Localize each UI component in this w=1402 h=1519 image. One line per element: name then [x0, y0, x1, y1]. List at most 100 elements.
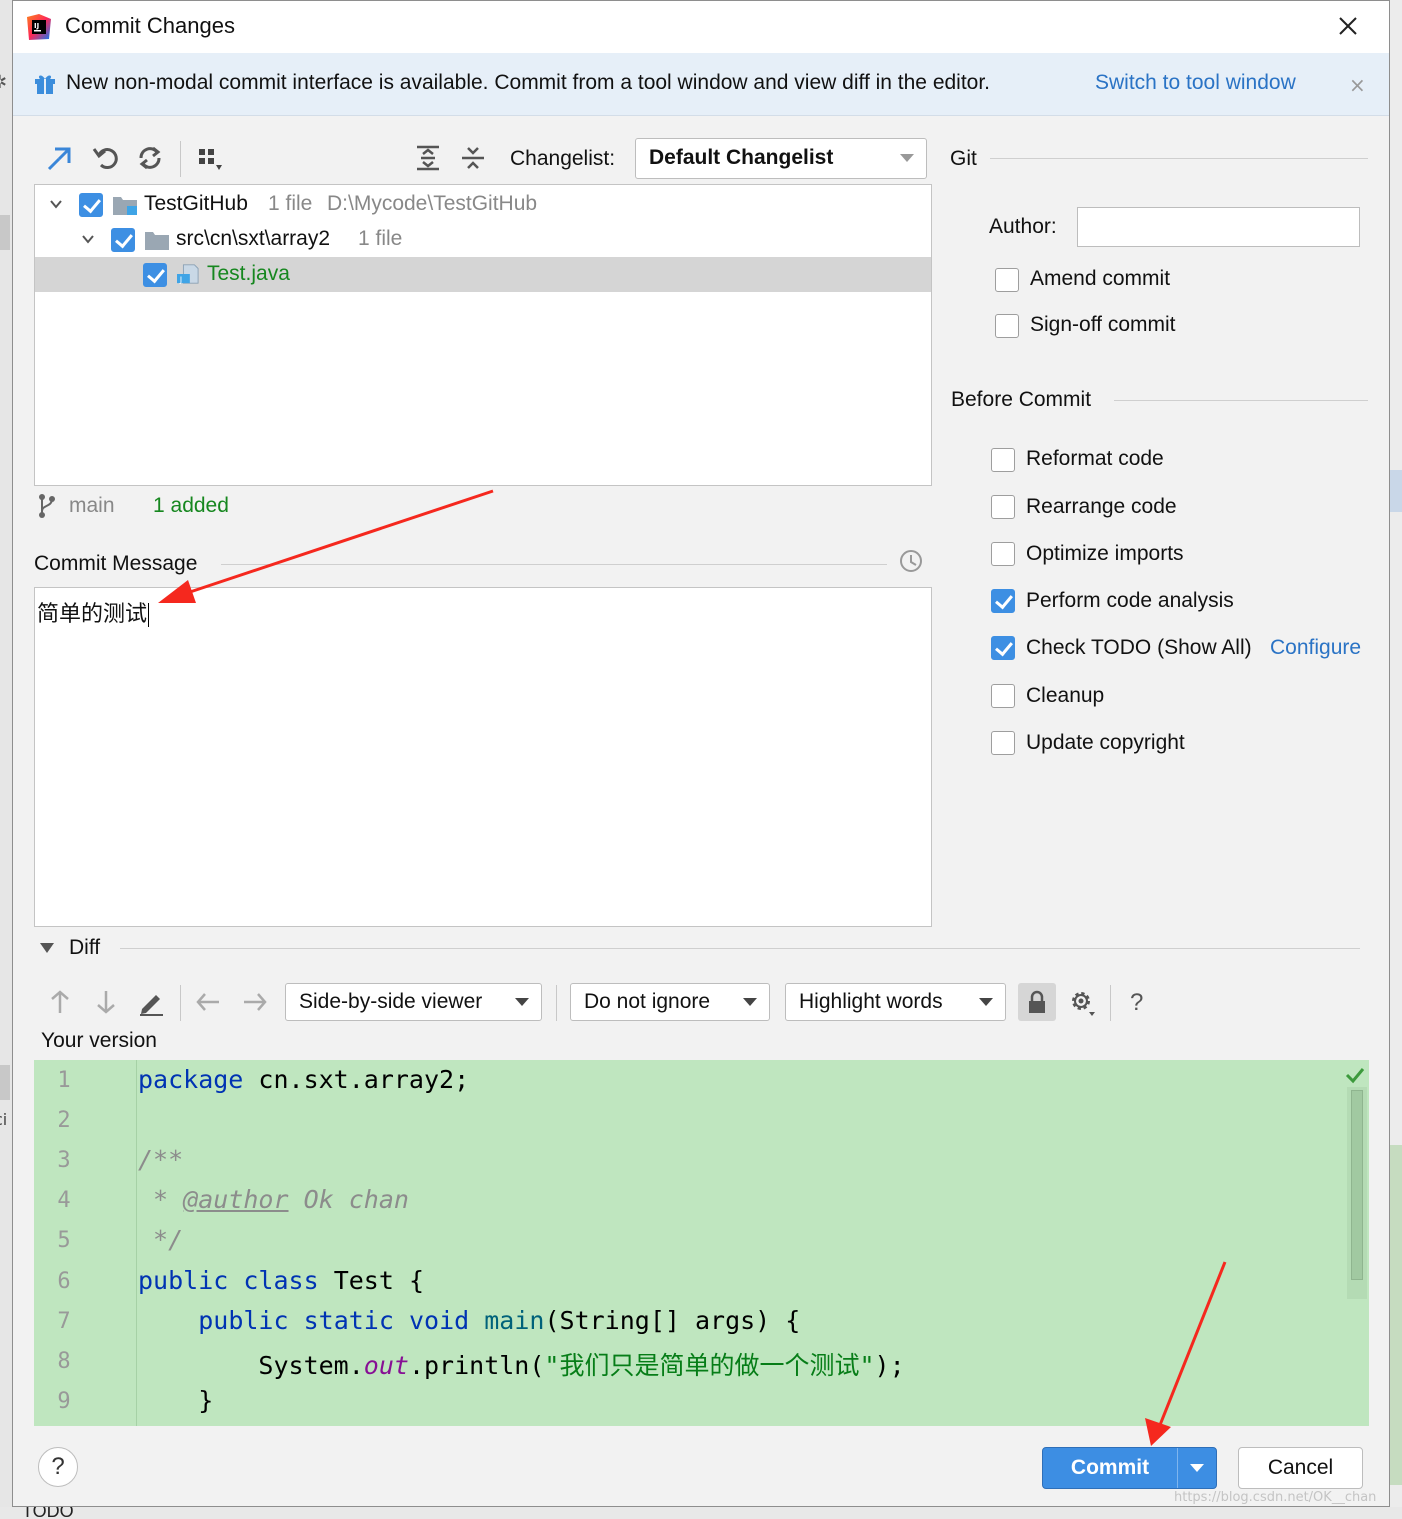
close-icon[interactable]: [1335, 13, 1361, 39]
chevron-down-icon[interactable]: [49, 197, 63, 211]
rollback-icon[interactable]: [91, 143, 121, 173]
line-number: 7: [57, 1309, 71, 1334]
collapse-all-icon[interactable]: [458, 143, 488, 173]
title-bar: IJ Commit Changes: [13, 1, 1389, 53]
perform-code-analysis-label: Perform code analysis: [1026, 589, 1234, 612]
commit-button-split: [1177, 1448, 1178, 1488]
diff-code-editor[interactable]: 1 2 3 4 5 6 7 8 9 package cn.sxt.array2;…: [34, 1060, 1369, 1426]
text-caret: [148, 603, 150, 627]
line-number-gutter: 1 2 3 4 5 6 7 8 9: [34, 1060, 137, 1426]
code-line: package cn.sxt.array2;: [138, 1065, 470, 1094]
lock-toggle-button[interactable]: [1018, 983, 1056, 1021]
rearrange-code-label: Rearrange code: [1026, 495, 1177, 518]
before-commit-section-title: Before Commit: [951, 388, 1092, 411]
folder-icon: [145, 232, 169, 250]
highlight-mode-select[interactable]: Highlight words: [785, 983, 1006, 1021]
ide-bottom-bar: TODO: [0, 1501, 1402, 1519]
move-to-changelist-icon[interactable]: [45, 143, 75, 173]
scrollbar-thumb[interactable]: [1351, 1090, 1363, 1280]
banner-message: New non-modal commit interface is availa…: [66, 71, 991, 94]
amend-commit-checkbox[interactable]: [995, 268, 1019, 292]
commit-message-input[interactable]: 简单的测试: [34, 587, 932, 927]
code-line: /**: [138, 1145, 184, 1174]
chevron-down-icon: [743, 998, 757, 1006]
code-line: public static void main(String[] args) {: [198, 1306, 801, 1335]
chevron-down-icon[interactable]: [81, 232, 95, 246]
gear-icon: ✲: [0, 72, 7, 93]
branch-icon: [39, 494, 55, 518]
branch-name[interactable]: main: [69, 494, 115, 518]
edit-source-icon[interactable]: [136, 987, 166, 1017]
code-line: public class Test {: [138, 1266, 424, 1295]
commit-changes-dialog: IJ Commit Changes New non-modal commit i…: [12, 0, 1390, 1507]
help-button[interactable]: ?: [38, 1447, 78, 1487]
diff-section-title[interactable]: Diff: [69, 936, 100, 960]
clock-icon[interactable]: [898, 548, 924, 574]
section-divider: [990, 158, 1368, 159]
changelist-label: Changelist:: [510, 147, 616, 170]
commit-message-label: Commit Message: [34, 552, 198, 575]
next-difference-icon[interactable]: [91, 987, 121, 1017]
toolbar-separator: [556, 985, 557, 1021]
reformat-code-checkbox[interactable]: [991, 448, 1015, 472]
amend-commit-label: Amend commit: [1030, 267, 1171, 290]
repo-checkbox[interactable]: [79, 193, 103, 217]
tree-item-label: Test.java: [207, 262, 290, 285]
ide-right-strip: [1390, 0, 1402, 1519]
refresh-icon[interactable]: [135, 143, 165, 173]
cleanup-checkbox[interactable]: [991, 684, 1015, 708]
line-number: 2: [57, 1108, 71, 1133]
group-by-icon[interactable]: [195, 143, 225, 173]
highlight-mode-value: Highlight words: [799, 990, 943, 1013]
switch-to-tool-window-link[interactable]: Switch to tool window: [1095, 71, 1296, 95]
lock-icon: [1029, 990, 1045, 1013]
package-checkbox[interactable]: [111, 228, 135, 252]
line-number: 8: [57, 1349, 71, 1374]
cancel-button[interactable]: Cancel: [1238, 1447, 1363, 1489]
ide-side-tab: [1390, 470, 1402, 512]
author-input[interactable]: [1077, 207, 1360, 247]
tree-row-package[interactable]: src\cn\sxt\array2 1 file: [35, 222, 931, 257]
viewer-mode-select[interactable]: Side-by-side viewer: [285, 983, 542, 1021]
commit-button-label[interactable]: Commit: [1043, 1448, 1177, 1488]
arrow-left-icon[interactable]: [193, 987, 223, 1017]
configure-todo-link[interactable]: Configure: [1270, 636, 1361, 660]
gutter-divider: [136, 1060, 137, 1426]
watermark: https://blog.csdn.net/OK__chan: [1174, 1490, 1377, 1505]
changelist-value: Default Changelist: [649, 146, 834, 169]
gear-icon[interactable]: [1067, 987, 1097, 1017]
section-divider: [1114, 400, 1368, 401]
previous-difference-icon[interactable]: [45, 987, 75, 1017]
optimize-imports-checkbox[interactable]: [991, 542, 1015, 566]
toolbar-separator: [1110, 985, 1111, 1021]
ignore-whitespace-select[interactable]: Do not ignore: [570, 983, 770, 1021]
chevron-down-icon[interactable]: [1190, 1464, 1204, 1472]
tree-row-repo[interactable]: TestGitHub 1 file D:\Mycode\TestGitHub: [35, 187, 931, 222]
commit-button[interactable]: Commit: [1042, 1447, 1217, 1489]
tree-row-file[interactable]: J Test.java: [35, 257, 931, 292]
arrow-right-icon[interactable]: [240, 987, 270, 1017]
gift-icon: [35, 75, 55, 94]
collapse-triangle-icon[interactable]: [39, 941, 55, 955]
line-number: 5: [57, 1228, 71, 1253]
file-checkbox[interactable]: [143, 263, 167, 287]
perform-code-analysis-checkbox[interactable]: [991, 589, 1015, 613]
line-number: 3: [57, 1148, 71, 1173]
rearrange-code-checkbox[interactable]: [991, 495, 1015, 519]
toolbar-separator: [180, 141, 181, 177]
tree-item-path: D:\Mycode\TestGitHub: [327, 192, 538, 215]
expand-all-icon[interactable]: [413, 143, 443, 173]
diff-help-icon[interactable]: ?: [1130, 989, 1143, 1017]
changes-tree[interactable]: TestGitHub 1 file D:\Mycode\TestGitHub s…: [34, 184, 932, 486]
ide-editor-strip: [1390, 1145, 1402, 1485]
tree-item-count: 1 file: [358, 227, 403, 250]
chevron-down-icon: [979, 998, 993, 1006]
java-file-icon: J: [177, 264, 199, 284]
update-copyright-checkbox[interactable]: [991, 731, 1015, 755]
changelist-select[interactable]: Default Changelist: [635, 138, 927, 179]
check-todo-checkbox[interactable]: [991, 636, 1015, 660]
code-line: */: [138, 1225, 184, 1254]
chevron-down-icon: [900, 154, 914, 162]
banner-close-icon[interactable]: ×: [1349, 73, 1366, 97]
sign-off-commit-checkbox[interactable]: [995, 314, 1019, 338]
